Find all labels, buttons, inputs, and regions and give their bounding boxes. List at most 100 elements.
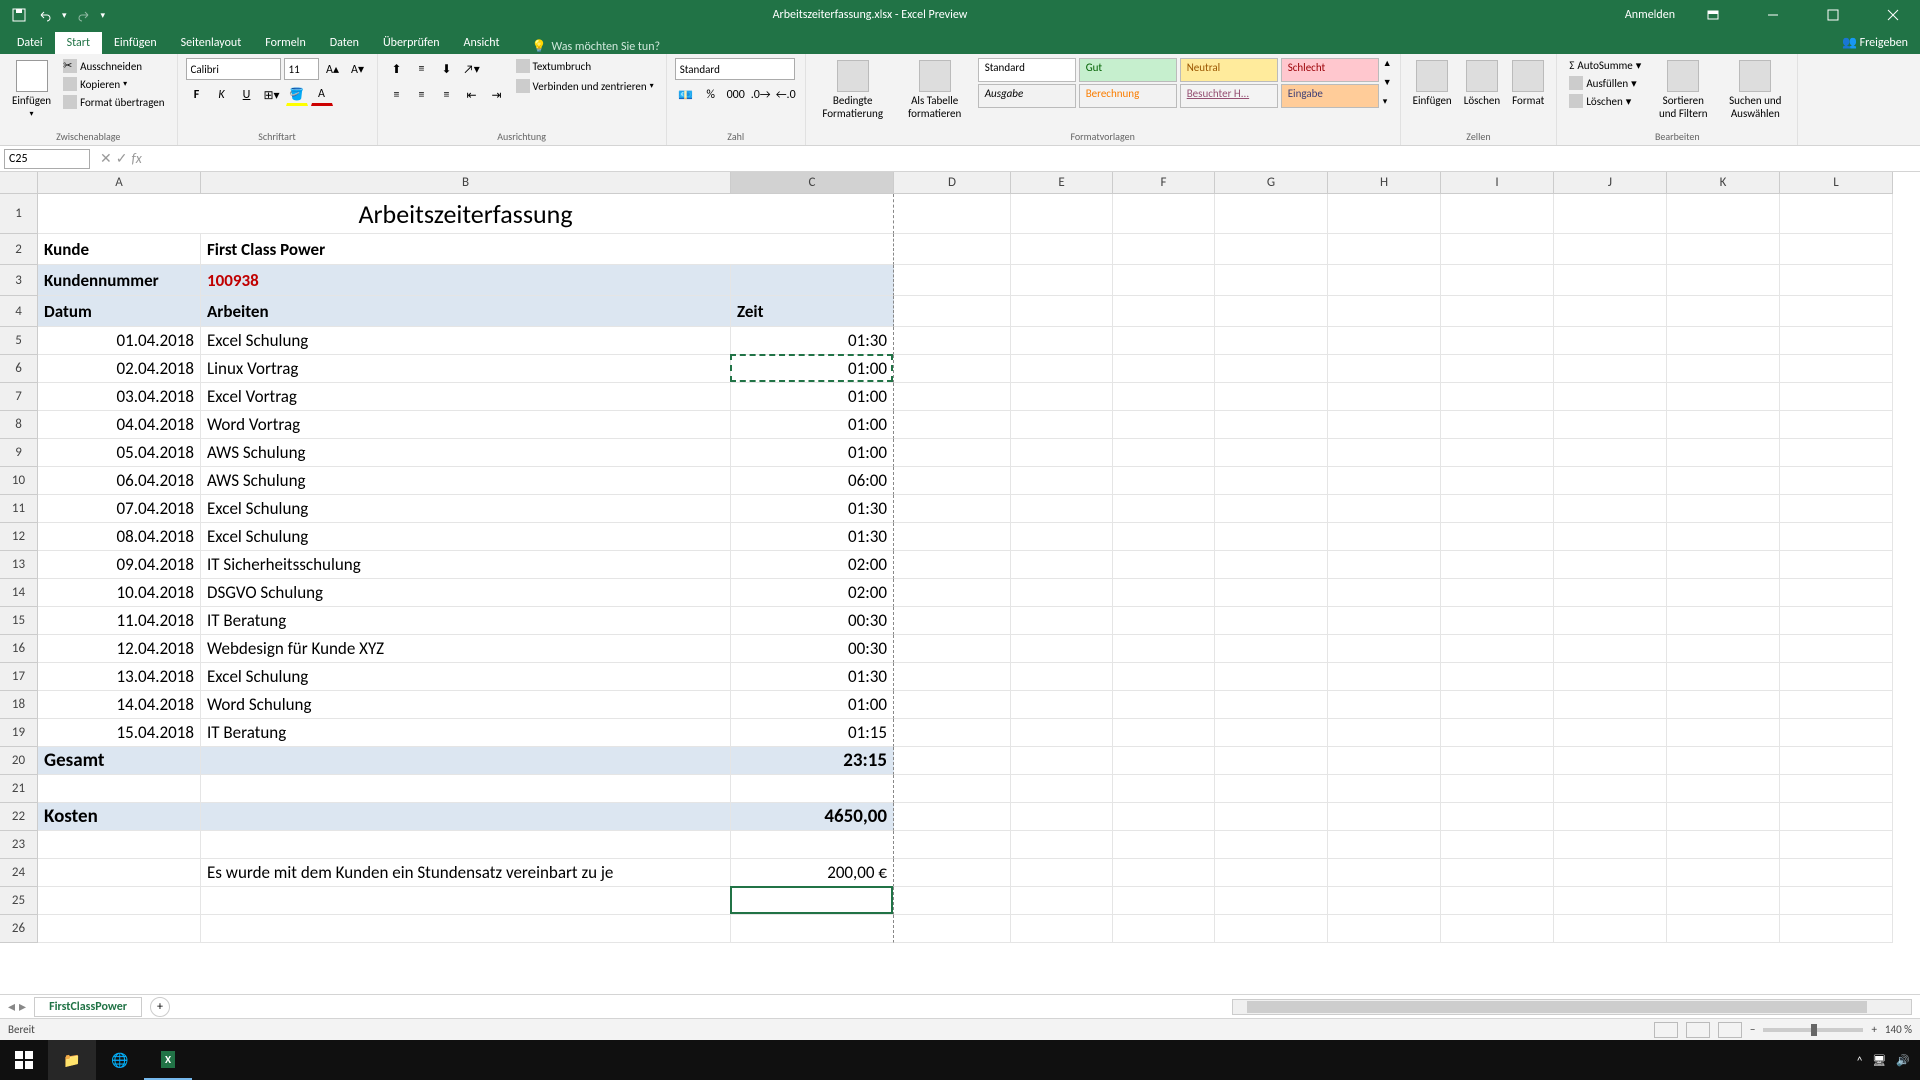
col-header-G[interactable]: G bbox=[1215, 172, 1328, 194]
cell[interactable] bbox=[1441, 607, 1554, 635]
cell[interactable]: DSGVO Schulung bbox=[201, 579, 731, 607]
style-down-icon[interactable]: ▼ bbox=[1383, 77, 1392, 88]
cell[interactable] bbox=[1441, 719, 1554, 747]
increase-font-icon[interactable]: A▴ bbox=[322, 58, 344, 80]
cell[interactable] bbox=[894, 296, 1011, 327]
col-header-A[interactable]: A bbox=[38, 172, 201, 194]
maximize-icon[interactable] bbox=[1810, 0, 1855, 30]
cell[interactable]: Datum bbox=[38, 296, 201, 327]
cell[interactable] bbox=[894, 663, 1011, 691]
copy-button[interactable]: Kopieren ▾ bbox=[59, 76, 168, 92]
dec-decimal-icon[interactable]: ←.0 bbox=[775, 84, 797, 106]
cell[interactable] bbox=[201, 803, 731, 831]
cell[interactable] bbox=[1328, 327, 1441, 355]
cell[interactable] bbox=[894, 915, 1011, 943]
view-normal-icon[interactable] bbox=[1654, 1022, 1678, 1038]
align-middle-icon[interactable]: ≡ bbox=[411, 58, 433, 80]
cell[interactable] bbox=[1011, 719, 1113, 747]
cell[interactable]: 13.04.2018 bbox=[38, 663, 201, 691]
cell[interactable] bbox=[1441, 775, 1554, 803]
row-header-22[interactable]: 22 bbox=[0, 803, 38, 831]
sheet-prev-icon[interactable]: ◂ bbox=[8, 998, 15, 1015]
inc-decimal-icon[interactable]: .0→ bbox=[750, 84, 772, 106]
cell[interactable] bbox=[1215, 296, 1328, 327]
cell[interactable] bbox=[1441, 495, 1554, 523]
cell[interactable] bbox=[1441, 859, 1554, 887]
cell[interactable] bbox=[894, 803, 1011, 831]
cell[interactable]: Excel Schulung bbox=[201, 523, 731, 551]
cell[interactable]: Arbeitszeiterfassung bbox=[38, 194, 894, 234]
cell[interactable] bbox=[1554, 194, 1667, 234]
cell[interactable] bbox=[1780, 579, 1893, 607]
scroll-thumb[interactable] bbox=[1247, 1001, 1867, 1013]
cell[interactable] bbox=[1780, 747, 1893, 775]
cell[interactable] bbox=[1554, 915, 1667, 943]
cell[interactable] bbox=[1113, 887, 1215, 915]
cell[interactable] bbox=[894, 411, 1011, 439]
tab-ansicht[interactable]: Ansicht bbox=[452, 32, 512, 54]
cell[interactable] bbox=[1441, 691, 1554, 719]
cell[interactable] bbox=[1780, 495, 1893, 523]
cell[interactable]: Zeit bbox=[731, 296, 894, 327]
cell[interactable] bbox=[1441, 194, 1554, 234]
style-gut[interactable]: Gut bbox=[1079, 58, 1177, 82]
cell[interactable] bbox=[1667, 194, 1780, 234]
cell[interactable] bbox=[1780, 383, 1893, 411]
horizontal-scrollbar[interactable] bbox=[1232, 999, 1912, 1015]
cell[interactable] bbox=[1011, 635, 1113, 663]
cell[interactable] bbox=[1113, 411, 1215, 439]
cell[interactable] bbox=[1328, 719, 1441, 747]
cell[interactable] bbox=[1113, 234, 1215, 265]
cell[interactable] bbox=[1215, 439, 1328, 467]
bold-icon[interactable]: F bbox=[186, 84, 208, 106]
style-neutral[interactable]: Neutral bbox=[1180, 58, 1278, 82]
zoom-in-icon[interactable]: + bbox=[1871, 1023, 1876, 1036]
cell[interactable]: 06:00 bbox=[731, 467, 894, 495]
cell[interactable] bbox=[1328, 887, 1441, 915]
percent-icon[interactable]: % bbox=[700, 84, 722, 106]
cell[interactable]: 08.04.2018 bbox=[38, 523, 201, 551]
cell[interactable] bbox=[1328, 296, 1441, 327]
cell[interactable] bbox=[894, 831, 1011, 859]
cell[interactable] bbox=[1441, 635, 1554, 663]
cell[interactable] bbox=[1113, 691, 1215, 719]
cell[interactable] bbox=[1328, 383, 1441, 411]
cell[interactable]: 01:00 bbox=[731, 383, 894, 411]
cell[interactable] bbox=[1780, 327, 1893, 355]
cell[interactable]: Excel Vortrag bbox=[201, 383, 731, 411]
cell[interactable]: 02:00 bbox=[731, 579, 894, 607]
cell[interactable] bbox=[1011, 265, 1113, 296]
cell[interactable]: First Class Power bbox=[201, 234, 894, 265]
cell[interactable] bbox=[1780, 607, 1893, 635]
tab-formeln[interactable]: Formeln bbox=[253, 32, 317, 54]
cell[interactable] bbox=[1215, 327, 1328, 355]
cell[interactable]: 00:30 bbox=[731, 635, 894, 663]
cell[interactable] bbox=[1011, 296, 1113, 327]
cut-button[interactable]: ✂Ausschneiden bbox=[59, 58, 168, 74]
cell[interactable] bbox=[1113, 495, 1215, 523]
cell[interactable] bbox=[1328, 495, 1441, 523]
sheet-next-icon[interactable]: ▸ bbox=[19, 998, 26, 1015]
style-schlecht[interactable]: Schlecht bbox=[1281, 58, 1379, 82]
cell[interactable]: 01:30 bbox=[731, 523, 894, 551]
cell[interactable] bbox=[1328, 607, 1441, 635]
cell[interactable] bbox=[1780, 663, 1893, 691]
cell[interactable] bbox=[1011, 747, 1113, 775]
cell[interactable] bbox=[894, 775, 1011, 803]
col-header-F[interactable]: F bbox=[1113, 172, 1215, 194]
ribbon-options-icon[interactable] bbox=[1690, 0, 1735, 30]
cell[interactable] bbox=[1328, 831, 1441, 859]
cell[interactable] bbox=[1113, 383, 1215, 411]
find-select-button[interactable]: Suchen und Auswählen bbox=[1721, 58, 1789, 122]
cell[interactable]: IT Sicherheitsschulung bbox=[201, 551, 731, 579]
add-sheet-button[interactable]: + bbox=[150, 997, 170, 1017]
cell[interactable] bbox=[1554, 495, 1667, 523]
cell[interactable] bbox=[201, 747, 731, 775]
cell[interactable] bbox=[1667, 691, 1780, 719]
col-header-L[interactable]: L bbox=[1780, 172, 1893, 194]
col-header-D[interactable]: D bbox=[894, 172, 1011, 194]
cell[interactable] bbox=[1441, 467, 1554, 495]
cell[interactable] bbox=[1780, 887, 1893, 915]
cell[interactable] bbox=[731, 887, 894, 915]
row-header-7[interactable]: 7 bbox=[0, 383, 38, 411]
